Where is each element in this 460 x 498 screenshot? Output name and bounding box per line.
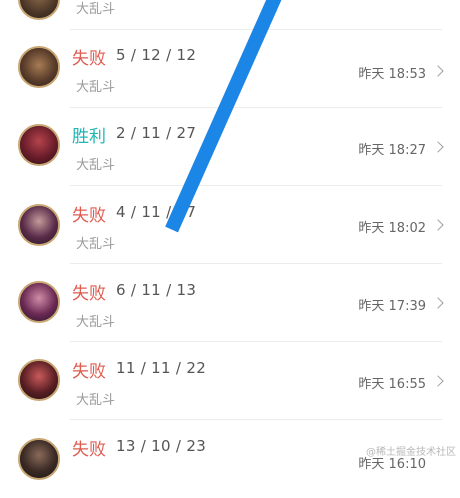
chevron-right-icon [432, 375, 444, 387]
champion-avatar [18, 0, 60, 20]
game-mode: 大乱斗 [76, 80, 116, 95]
match-result: 失败 [72, 362, 106, 382]
kda-score: 6 / 11 / 13 [116, 281, 197, 299]
kda-score: 11 / 11 / 22 [116, 359, 207, 377]
game-mode: 大乱斗 [76, 158, 116, 173]
kda-score: 13 / 10 / 23 [116, 437, 207, 455]
watermark: @稀土掘金技术社区 [366, 447, 456, 458]
game-mode: 大乱斗 [76, 393, 116, 408]
match-time: 昨天 17:39 [358, 299, 426, 314]
match-row[interactable]: 胜利 2 / 11 / 27 大乱斗 昨天 18:27 [0, 108, 460, 186]
match-result: 失败 [72, 440, 106, 460]
champion-avatar [18, 281, 60, 323]
match-time: 昨天 18:02 [358, 221, 426, 236]
match-history-list: 大乱斗 失败 5 / 12 / 12 大乱斗 昨天 18:53 胜利 2 / 1… [0, 0, 460, 480]
match-result: 胜利 [72, 127, 106, 147]
kda-score: 2 / 11 / 27 [116, 124, 197, 142]
champion-avatar [18, 359, 60, 401]
champion-avatar [18, 124, 60, 166]
game-mode: 大乱斗 [76, 2, 116, 17]
chevron-right-icon [432, 65, 444, 77]
kda-score: 5 / 12 / 12 [116, 46, 197, 64]
champion-avatar [18, 204, 60, 246]
match-result: 失败 [72, 206, 106, 226]
match-time: 昨天 18:27 [358, 143, 426, 158]
match-row[interactable]: 失败 11 / 11 / 22 大乱斗 昨天 16:55 [0, 342, 460, 420]
match-time: 昨天 18:53 [358, 67, 426, 82]
match-row[interactable]: 失败 13 / 10 / 23 昨天 16:10 [0, 420, 460, 498]
match-row[interactable]: 失败 4 / 11 / 37 大乱斗 昨天 18:02 [0, 186, 460, 264]
match-result: 失败 [72, 284, 106, 304]
champion-avatar [18, 46, 60, 88]
game-mode: 大乱斗 [76, 315, 116, 330]
chevron-right-icon [432, 297, 444, 309]
game-mode: 大乱斗 [76, 237, 116, 252]
match-result: 失败 [72, 49, 106, 69]
champion-avatar [18, 438, 60, 480]
match-row[interactable]: 失败 6 / 11 / 13 大乱斗 昨天 17:39 [0, 264, 460, 342]
chevron-right-icon [432, 219, 444, 231]
chevron-right-icon [432, 141, 444, 153]
match-time: 昨天 16:55 [358, 377, 426, 392]
